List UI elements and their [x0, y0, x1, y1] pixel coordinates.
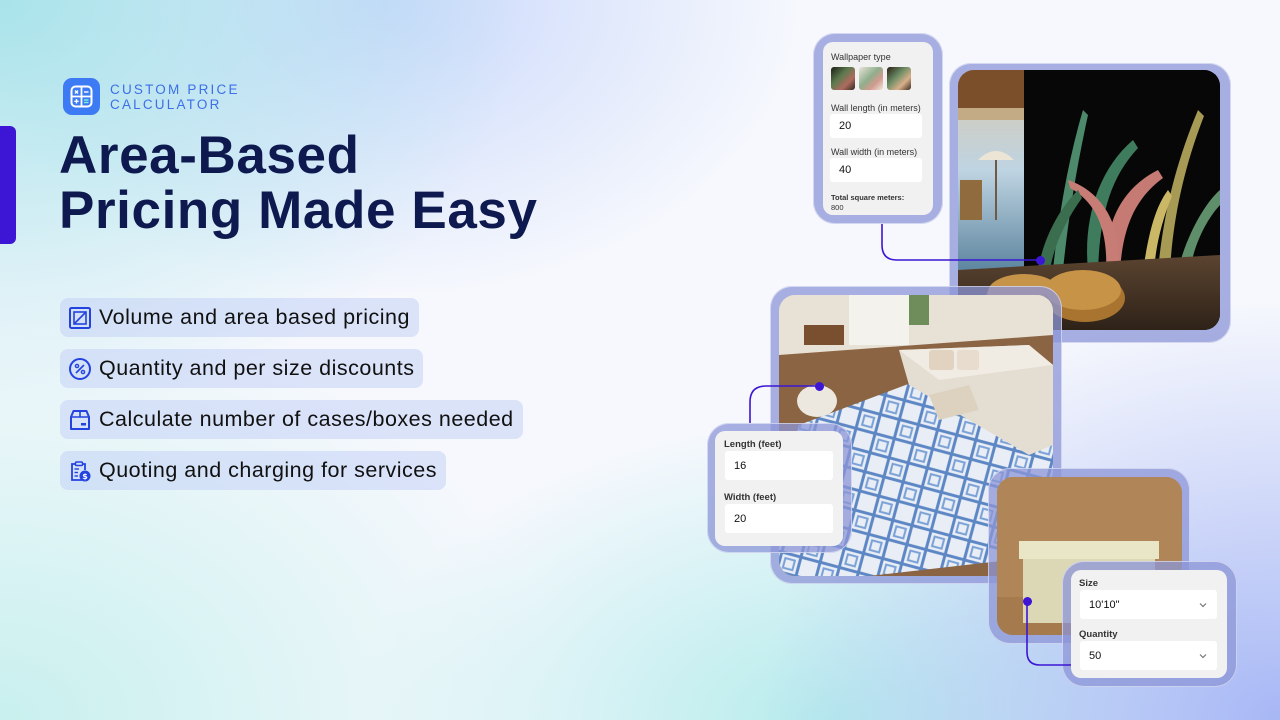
wallpaper-swatch-3[interactable] [887, 67, 911, 90]
rug-length-input[interactable]: 16 [725, 451, 833, 480]
feature-label: Quantity and per size discounts [99, 356, 415, 380]
quantity-select-value: 50 [1089, 649, 1102, 662]
size-select-value: 10'10" [1089, 598, 1120, 611]
area-square-icon [67, 305, 92, 330]
wallpaper-swatch-1[interactable] [831, 67, 855, 90]
headline: Area-Based Pricing Made Easy [59, 128, 538, 238]
wallpaper-connector-dot [1036, 256, 1045, 265]
svg-text:$: $ [82, 472, 88, 481]
feature-list: Volume and area based pricing Quantity a… [60, 298, 523, 502]
accent-bar [0, 126, 16, 244]
headline-line2: Pricing Made Easy [59, 181, 538, 240]
box-calculator-panel: Size 10'10" Quantity 50 [1071, 570, 1227, 678]
chevron-down-icon [1199, 602, 1207, 607]
rug-connector-dot [815, 382, 824, 391]
size-label: Size [1079, 578, 1099, 589]
box-connector-dot [1023, 597, 1032, 606]
brand-name-line2: CALCULATOR [110, 96, 222, 112]
rug-length-label: Length (feet) [724, 439, 782, 450]
percent-circle-icon [67, 356, 92, 381]
wallpaper-swatch-2[interactable] [859, 67, 883, 90]
rug-calculator-panel: Length (feet) 16 Width (feet) 20 [715, 431, 843, 546]
total-square-meters-label: Total square meters: [831, 193, 905, 202]
brand-name: CUSTOM PRICE CALCULATOR [110, 82, 240, 112]
wall-width-label: Wall width (in meters) [831, 147, 918, 157]
size-select[interactable]: 10'10" [1080, 590, 1217, 619]
feature-label: Calculate number of cases/boxes needed [99, 407, 514, 431]
quantity-select[interactable]: 50 [1080, 641, 1217, 670]
feature-item: Quantity and per size discounts [60, 349, 424, 388]
feature-item: Calculate number of cases/boxes needed [60, 400, 523, 439]
brand-name-line1: CUSTOM PRICE [110, 81, 240, 97]
wallpaper-type-label: Wallpaper type [831, 52, 891, 62]
wallpaper-calculator-panel: Wallpaper type Wall length (in meters) 2… [823, 42, 933, 215]
brand-logo: CUSTOM PRICE CALCULATOR [63, 78, 240, 115]
feature-label: Quoting and charging for services [99, 458, 437, 482]
clipboard-dollar-icon: $ [67, 458, 92, 483]
feature-label: Volume and area based pricing [99, 305, 410, 329]
headline-line1: Area-Based [59, 126, 360, 185]
rug-width-label: Width (feet) [724, 492, 777, 503]
chevron-down-icon [1199, 653, 1207, 658]
total-square-meters-value: 800 [831, 203, 844, 212]
rug-width-input[interactable]: 20 [725, 504, 833, 533]
quantity-label: Quantity [1079, 629, 1118, 640]
box-icon [67, 407, 92, 432]
feature-item: Volume and area based pricing [60, 298, 419, 337]
calculator-icon [63, 78, 100, 115]
feature-item: $ Quoting and charging for services [60, 451, 446, 490]
wall-length-input[interactable]: 20 [830, 114, 922, 138]
wall-width-input[interactable]: 40 [830, 158, 922, 182]
wall-length-label: Wall length (in meters) [831, 103, 921, 113]
